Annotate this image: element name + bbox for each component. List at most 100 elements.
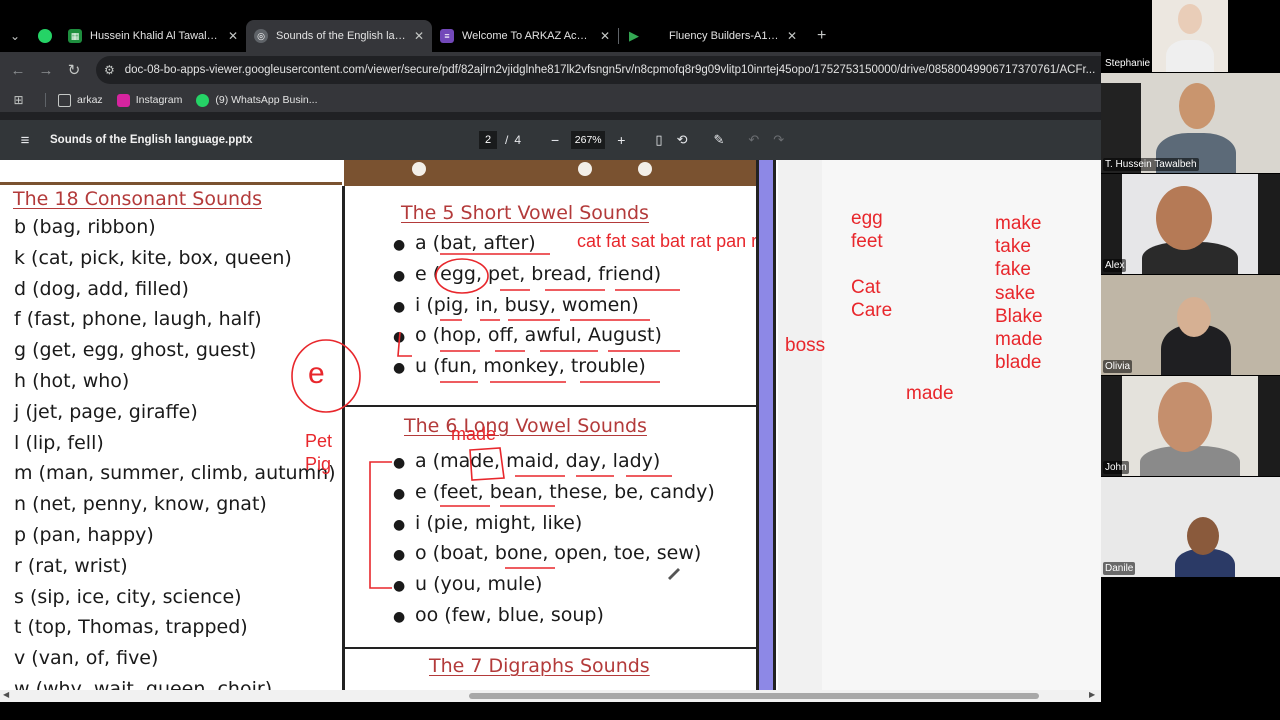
participant-tile-alex[interactable]: Alex: [1101, 174, 1280, 274]
zoom-in-plus-icon[interactable]: +: [617, 132, 625, 148]
long-vowel-text: e (feet, bean, these, be, candy): [415, 480, 715, 503]
back-arrow-icon[interactable]: ←: [4, 62, 32, 79]
annotation-made-right: made: [906, 383, 954, 404]
tab-title: Fluency Builders-A1 (11): [669, 30, 779, 42]
annotation-word: blade: [995, 352, 1042, 374]
short-vowel-text: u (fun, monkey, trouble): [415, 355, 646, 378]
bullet-icon: ●: [393, 547, 406, 564]
url-text: doc-08-bo-apps-viewer.googleusercontent.…: [124, 64, 1096, 76]
annotation-word: made: [995, 329, 1043, 350]
tab-arkaz[interactable]: ≡ Welcome To ARKAZ Academy ✕: [432, 20, 618, 52]
wood-header-decoration: [344, 160, 756, 186]
participant-tile-john[interactable]: John: [1101, 376, 1280, 476]
apps-grid-icon[interactable]: ⊞: [12, 93, 31, 107]
rotate-icon[interactable]: ⟲: [677, 132, 688, 148]
consonant-item: v (van, of, five): [14, 647, 159, 670]
whatsapp-pinned-tab[interactable]: [30, 21, 60, 51]
long-vowel-text: u (you, mule): [415, 573, 543, 596]
tab-meet[interactable]: ▶ Fluency Builders-A1 (11) ✕: [619, 20, 805, 52]
section-divider: [344, 647, 756, 649]
next-page-area: [778, 160, 1101, 690]
close-icon[interactable]: ✕: [787, 29, 797, 43]
reload-icon[interactable]: ↻: [60, 61, 88, 79]
top-border: [0, 182, 342, 185]
long-vowel-text: oo (few, blue, soup): [415, 604, 604, 626]
short-vowel-item: ● a (bat, after): [393, 232, 536, 254]
consonant-item: g (get, egg, ghost, guest): [14, 339, 257, 362]
scroll-right-arrow-icon[interactable]: ▶: [1089, 690, 1095, 699]
redo-icon[interactable]: ↷: [773, 132, 784, 148]
folder-icon: [58, 93, 71, 107]
zoom-out-minus-icon[interactable]: −: [551, 132, 559, 148]
participant-tile-danile[interactable]: Danile: [1101, 477, 1280, 577]
annotation-word: Blake: [995, 305, 1043, 327]
bullet-icon: ●: [393, 578, 406, 595]
bookmark-label: (9) WhatsApp Busin...: [215, 94, 318, 106]
long-vowel-text: i (pie, might, like): [415, 511, 583, 534]
site-info-icon[interactable]: ⚙: [104, 63, 115, 77]
address-bar[interactable]: ⚙ doc-08-bo-apps-viewer.googleuserconten…: [96, 56, 1101, 84]
participant-tile-hussein[interactable]: T. Hussein Tawalbeh: [1101, 73, 1280, 173]
forward-arrow-icon[interactable]: →: [32, 62, 60, 79]
consonant-item: r (rat, wrist): [14, 554, 128, 577]
horizontal-scrollbar[interactable]: ◀ ▶: [0, 690, 1101, 702]
close-icon[interactable]: ✕: [228, 29, 238, 43]
annotation-pet: Pet: [305, 431, 333, 451]
page-separator: /: [505, 133, 509, 147]
participant-tile-olivia[interactable]: Olivia: [1101, 275, 1280, 375]
page-number-input[interactable]: 2: [479, 131, 497, 149]
zoom-level-input[interactable]: 267%: [571, 131, 606, 149]
consonant-item: d (dog, add, filled): [14, 277, 189, 300]
annotation-word: make: [995, 213, 1042, 234]
annotation-circle-letter: e: [308, 357, 325, 390]
tab-search-chevron-icon[interactable]: ⌄: [0, 21, 30, 51]
consonant-item: w (why, wait, queen, choir): [14, 678, 273, 690]
whatsapp-icon: [38, 29, 52, 43]
hamburger-menu-icon[interactable]: ≡: [0, 132, 50, 149]
fit-page-icon[interactable]: ▯: [655, 132, 662, 148]
bullet-icon: ●: [393, 516, 406, 533]
long-vowel-heading: The 6 Long Vowel Sounds: [404, 415, 647, 437]
bracket-annotation: [369, 461, 392, 589]
section-divider: [344, 405, 756, 407]
short-vowel-item: ● o (hop, off, awful, August): [393, 324, 662, 346]
annotation-short-a-words: cat fat sat bat rat pan ran: [577, 231, 778, 251]
long-vowel-item: ● i (pie, might, like): [393, 512, 582, 534]
bookmark-instagram[interactable]: Instagram: [116, 93, 182, 107]
tab-sheets[interactable]: ▦ Hussein Khalid Al Tawalbeh - Go ✕: [60, 20, 246, 52]
close-icon[interactable]: ✕: [600, 29, 610, 43]
short-vowel-text: i (pig, in, busy, women): [415, 293, 639, 316]
pdf-viewer[interactable]: The 18 Consonant Sounds b (bag, ribbon) k…: [0, 160, 1101, 690]
short-vowel-text: e (egg, pet, bread, friend): [415, 262, 662, 285]
new-tab-plus-icon[interactable]: +: [817, 27, 826, 45]
meet-icon: ▶: [629, 28, 639, 43]
short-vowel-item: ● u (fun, monkey, trouble): [393, 355, 646, 377]
close-icon[interactable]: ✕: [414, 29, 424, 43]
bookmark-whatsapp-business[interactable]: (9) WhatsApp Busin...: [196, 93, 318, 107]
participant-name: Danile: [1103, 562, 1136, 575]
video-feed: [1152, 0, 1228, 72]
tab-bar: ⌄ ▦ Hussein Khalid Al Tawalbeh - Go ✕ ◎ …: [0, 20, 1101, 52]
pen-cursor-icon: [668, 568, 680, 580]
bullet-icon: ●: [393, 237, 406, 253]
annotation-boss: boss: [785, 335, 826, 356]
pdf-toolbar: ≡ Sounds of the English language.pptx 2 …: [0, 120, 1101, 160]
tab-title: Welcome To ARKAZ Academy: [462, 30, 592, 42]
annotate-pen-icon[interactable]: ✎: [713, 132, 724, 148]
participant-tile-stephanie[interactable]: Stephanie: [1101, 0, 1280, 72]
participant-name: T. Hussein Tawalbeh: [1103, 158, 1199, 171]
bullet-icon: ●: [393, 360, 406, 377]
scroll-left-arrow-icon[interactable]: ◀: [3, 690, 9, 699]
undo-icon[interactable]: ↶: [748, 132, 759, 148]
scrollbar-thumb[interactable]: [469, 693, 1039, 699]
consonant-item: n (net, penny, know, gnat): [14, 493, 267, 516]
browser-window: ⌄ ▦ Hussein Khalid Al Tawalbeh - Go ✕ ◎ …: [0, 0, 1101, 720]
tab-sounds-pdf[interactable]: ◎ Sounds of the English language ✕: [246, 20, 432, 52]
drive-icon: ◎: [254, 29, 268, 43]
long-vowel-item: ● u (you, mule): [393, 573, 542, 595]
bookmark-arkaz[interactable]: arkaz: [58, 93, 103, 107]
video-feed: [1122, 174, 1258, 274]
video-feed: [1122, 376, 1258, 476]
participant-name: Alex: [1103, 259, 1127, 272]
total-pages: 4: [514, 133, 522, 147]
